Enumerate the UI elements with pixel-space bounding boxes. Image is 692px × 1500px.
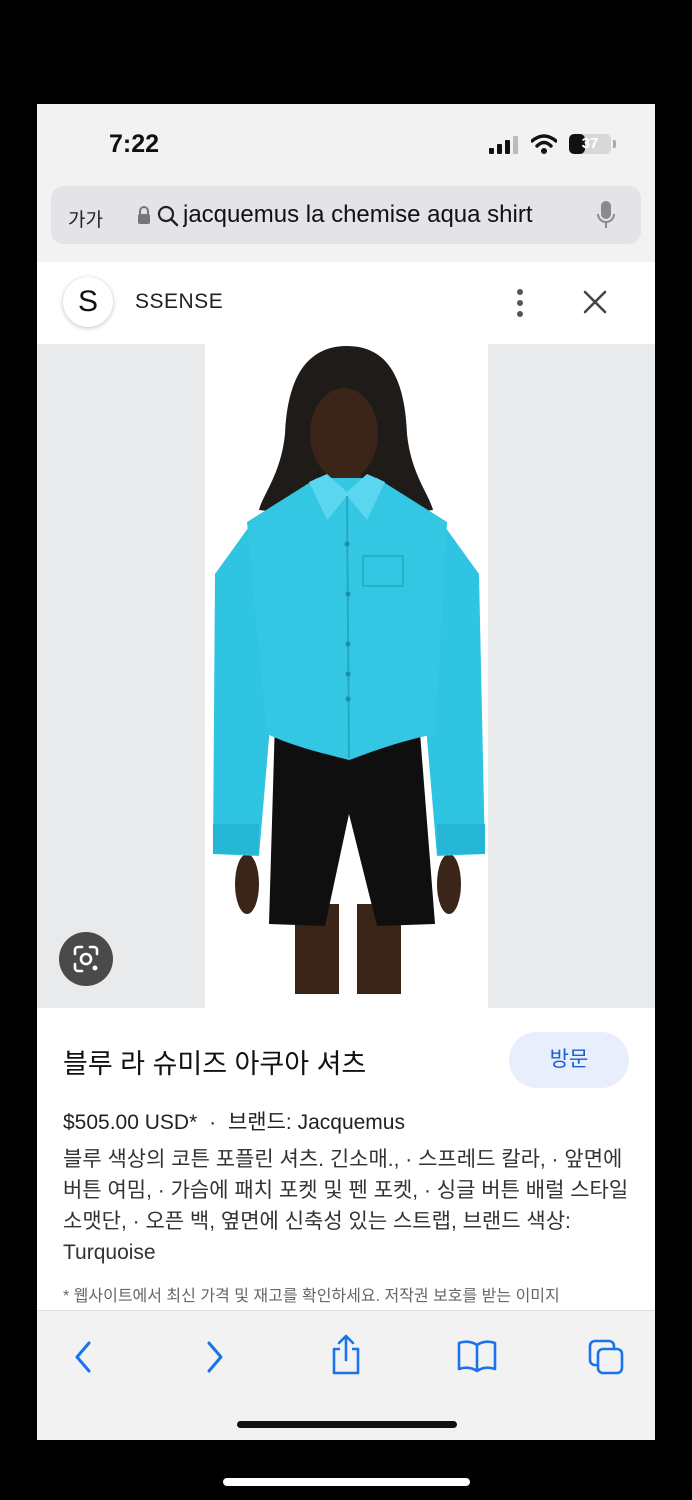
search-query[interactable]: jacquemus la chemise aqua shirt xyxy=(183,201,571,231)
chevron-right-icon[interactable] xyxy=(203,1339,227,1375)
visit-button[interactable]: 방문 xyxy=(509,1032,629,1088)
price-brand-line: $505.00 USD* · 브랜드: Jacquemus xyxy=(63,1106,405,1136)
text-size-button[interactable]: 가가 xyxy=(68,205,103,232)
product-brand: 브랜드: Jacquemus xyxy=(227,1111,405,1134)
microphone-icon[interactable] xyxy=(596,200,616,230)
separator-dot: · xyxy=(209,1111,217,1134)
product-image[interactable] xyxy=(207,344,487,1008)
address-bar[interactable]: 가가 jacquemus la chemise aqua shirt xyxy=(51,186,641,244)
home-indicator xyxy=(237,1421,457,1428)
phone-screen: 7:22 37 가가 jacquemus la chemise aqua shi… xyxy=(37,104,655,1440)
close-icon[interactable] xyxy=(582,289,608,315)
share-icon[interactable] xyxy=(329,1333,363,1375)
site-name[interactable]: SSENSE xyxy=(135,290,223,314)
browser-toolbar xyxy=(37,1310,655,1440)
disclaimer-note: * 웹사이트에서 최신 가격 및 재고를 확인하세요. 저작권 보호를 받는 이… xyxy=(63,1288,560,1305)
search-icon xyxy=(157,205,179,227)
product-photo xyxy=(213,346,485,994)
prev-image-preview[interactable] xyxy=(37,344,205,1008)
more-vertical-icon[interactable] xyxy=(507,288,533,318)
status-time: 7:22 xyxy=(109,130,160,158)
product-price: $505.00 USD* xyxy=(63,1111,198,1134)
outer-home-indicator xyxy=(223,1478,470,1486)
battery-level-text: 37 xyxy=(581,135,599,152)
product-title: 블루 라 슈미즈 아쿠아 셔츠 xyxy=(63,1049,367,1079)
next-image-preview[interactable] xyxy=(488,344,655,1008)
chevron-left-icon[interactable] xyxy=(71,1339,95,1375)
lock-icon xyxy=(138,206,150,224)
cellular-signal-icon xyxy=(489,136,518,154)
status-bar: 7:22 37 xyxy=(37,104,655,184)
product-description: 블루 색상의 코튼 포플린 셔츠. 긴소매., · 스프레드 칼라, · 앞면에… xyxy=(63,1148,629,1264)
site-favicon: S xyxy=(63,277,113,327)
tabs-icon[interactable] xyxy=(588,1339,626,1375)
book-icon[interactable] xyxy=(457,1339,497,1373)
battery-icon: 37 xyxy=(569,134,611,154)
wifi-icon xyxy=(531,134,557,154)
image-gallery[interactable] xyxy=(37,344,655,1008)
battery-nub xyxy=(613,140,616,148)
result-panel-header: S SSENSE xyxy=(37,262,655,344)
google-lens-icon[interactable] xyxy=(59,932,113,986)
address-bar-area: 가가 jacquemus la chemise aqua shirt xyxy=(37,184,655,263)
